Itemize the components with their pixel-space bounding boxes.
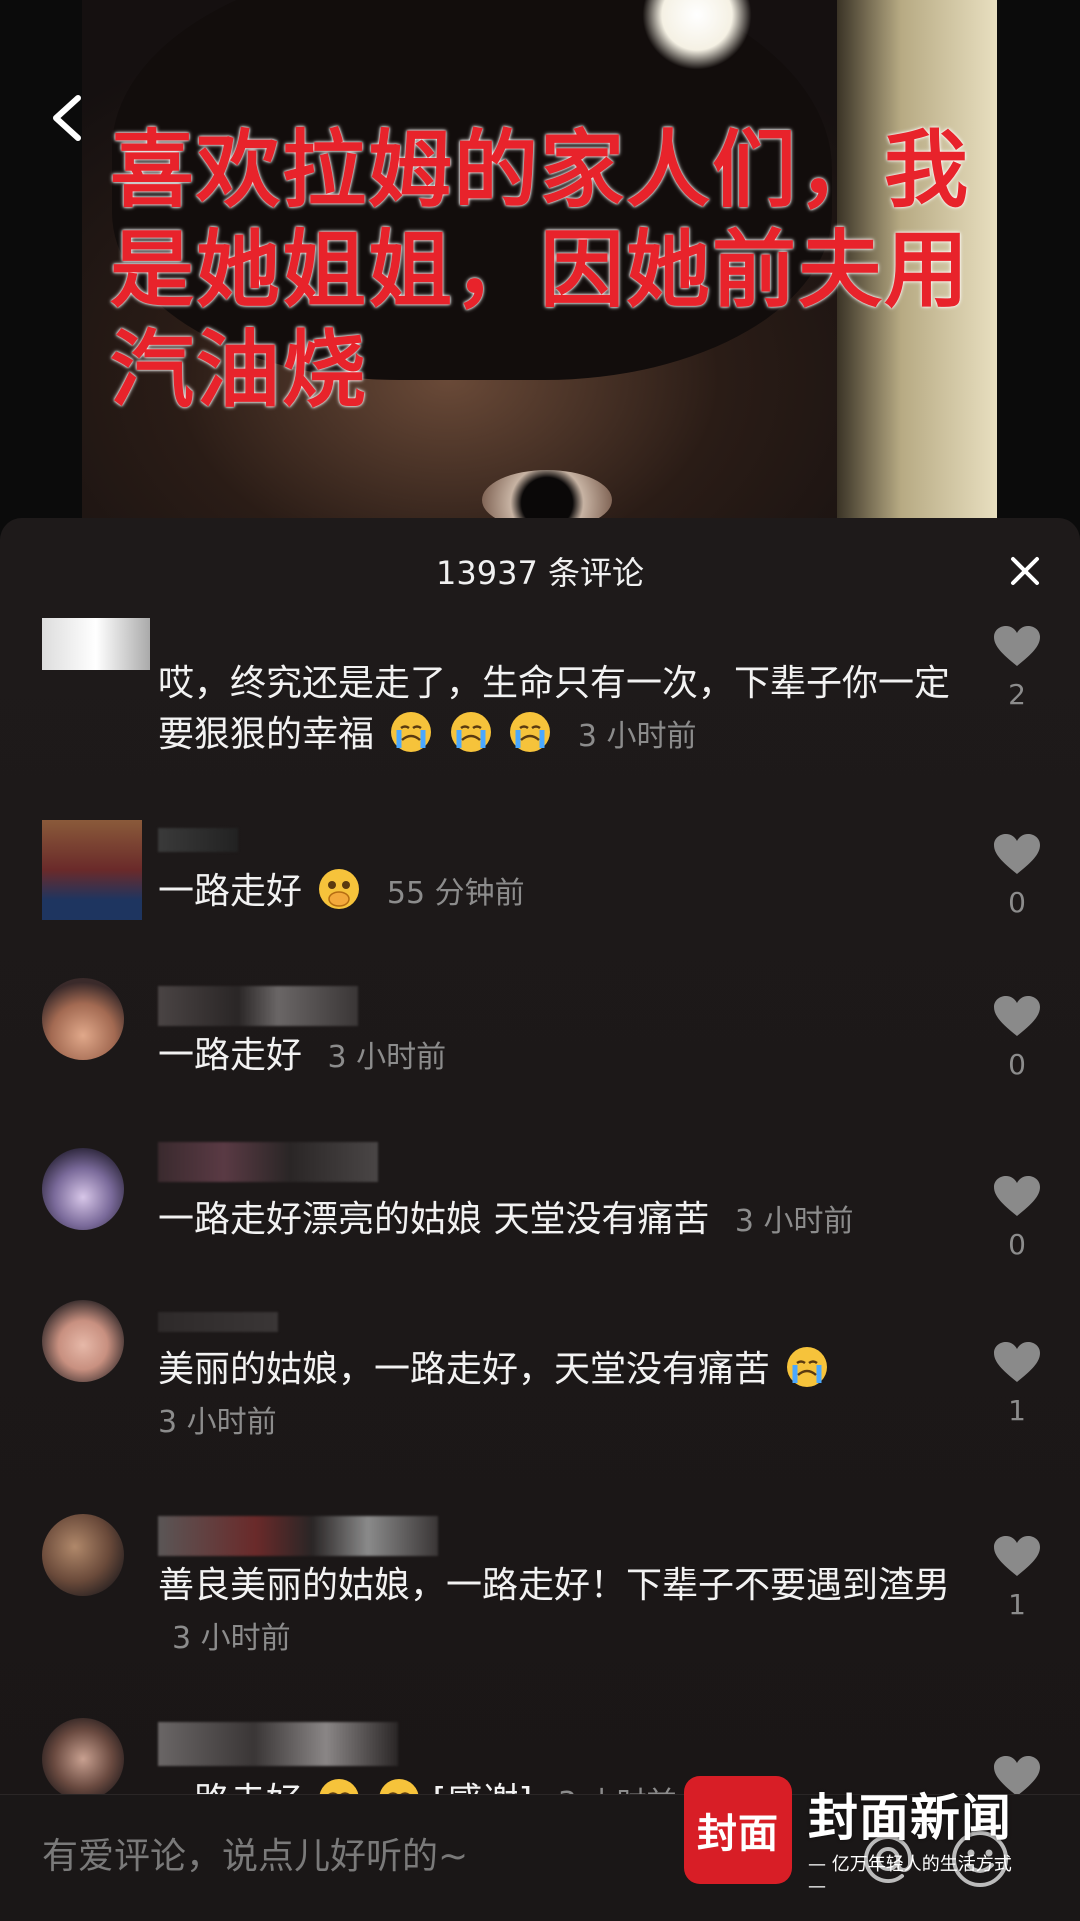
username — [158, 1516, 438, 1556]
heart-icon[interactable] — [992, 1340, 1042, 1384]
like-count: 0 — [1008, 1048, 1026, 1081]
avatar[interactable] — [42, 618, 150, 670]
comment-text: 一路走好 3 小时前 — [158, 1030, 958, 1083]
heart-icon[interactable] — [992, 1534, 1042, 1578]
avatar[interactable] — [42, 1718, 124, 1800]
comment-item: 哎，终究还是走了，生命只有一次，下辈子你一定要狠狠的幸福 3 小时前 2 — [0, 618, 1080, 768]
crying-face-icon — [787, 1347, 828, 1387]
comment-body: 一路走好 — [158, 871, 303, 912]
comment-item: 美丽的姑娘，一路走好，天堂没有痛苦 3 小时前 1 — [0, 1300, 1080, 1470]
hand-over-mouth-face-icon — [319, 869, 360, 909]
like-button[interactable]: 1 — [990, 1534, 1044, 1621]
comment-input[interactable] — [40, 1825, 684, 1887]
close-icon[interactable] — [1008, 554, 1042, 588]
crying-face-icon — [450, 712, 491, 752]
watermark-brand-name: 封面新闻 — [808, 1788, 1012, 1847]
comment-item: 善良美丽的姑娘，一路走好！下辈子不要遇到渣男 3 小时前 1 — [0, 1514, 1080, 1684]
watermark-slogan: — 亿万年轻人的生活方式 — — [808, 1854, 1012, 1897]
avatar[interactable] — [42, 820, 142, 920]
video-overlay-caption: 喜欢拉姆的家人们，我是她姐姐，因她前夫用汽油烧 — [110, 121, 971, 419]
sheet-header: 13937 条评论 — [0, 518, 1080, 623]
like-count: 1 — [1008, 1394, 1026, 1427]
comment-item: 一路走好 55 分钟前 0 — [0, 820, 1080, 940]
comment-text: 美丽的姑娘，一路走好，天堂没有痛苦 3 小时前 — [158, 1344, 958, 1448]
username — [158, 1722, 398, 1766]
username — [158, 828, 238, 852]
avatar[interactable] — [42, 1148, 124, 1230]
comment-item: 一路走好漂亮的姑娘 天堂没有痛苦 3 小时前 0 — [0, 1138, 1080, 1268]
like-button[interactable]: 0 — [990, 832, 1044, 919]
comment-body: 善良美丽的姑娘，一路走好！下辈子不要遇到渣男 — [158, 1565, 951, 1606]
comment-time: 3 小时前 — [734, 1204, 854, 1239]
comment-text: 哎，终究还是走了，生命只有一次，下辈子你一定要狠狠的幸福 3 小时前 — [158, 658, 958, 762]
heart-icon[interactable] — [992, 624, 1042, 668]
comment-body: 一路走好漂亮的姑娘 天堂没有痛苦 — [158, 1199, 710, 1240]
username — [158, 1312, 278, 1332]
comment-text: 一路走好漂亮的姑娘 天堂没有痛苦 3 小时前 — [158, 1194, 958, 1247]
comment-time: 3 小时前 — [577, 719, 697, 754]
heart-icon[interactable] — [992, 1174, 1042, 1218]
comment-time: 3 小时前 — [327, 1040, 447, 1075]
heart-icon[interactable] — [992, 994, 1042, 1038]
username — [158, 986, 358, 1026]
like-button[interactable]: 0 — [990, 1174, 1044, 1261]
like-count: 0 — [1008, 1228, 1026, 1261]
news-watermark: 封面 封面新闻 — 亿万年轻人的生活方式 — — [684, 1776, 1034, 1897]
comment-time: 3 小时前 — [158, 1405, 277, 1440]
comment-text: 一路走好 55 分钟前 — [158, 866, 958, 919]
like-count: 2 — [1008, 678, 1026, 711]
comment-time: 55 分钟前 — [386, 876, 525, 911]
crying-face-icon — [510, 712, 551, 752]
username — [158, 1142, 378, 1182]
heart-icon[interactable] — [992, 832, 1042, 876]
comment-body: 美丽的姑娘，一路走好，天堂没有痛苦 — [158, 1349, 771, 1390]
back-chevron-icon[interactable] — [48, 92, 88, 144]
comment-item: 一路走好 3 小时前 0 — [0, 978, 1080, 1098]
watermark-logo: 封面 — [684, 1776, 792, 1884]
comment-count-title: 13937 条评论 — [436, 553, 644, 592]
comment-text: 善良美丽的姑娘，一路走好！下辈子不要遇到渣男 3 小时前 — [158, 1560, 958, 1664]
like-count: 0 — [1008, 886, 1026, 919]
like-button[interactable]: 0 — [990, 994, 1044, 1081]
comment-body: 一路走好 — [158, 1035, 303, 1076]
like-button[interactable]: 1 — [990, 1340, 1044, 1427]
avatar[interactable] — [42, 1300, 124, 1382]
avatar[interactable] — [42, 1514, 124, 1596]
video-player[interactable]: 喜欢拉姆的家人们，我是她姐姐，因她前夫用汽油烧 — [0, 0, 1080, 540]
like-count: 1 — [1008, 1588, 1026, 1621]
like-button[interactable]: 2 — [990, 624, 1044, 711]
comment-time: 3 小时前 — [172, 1621, 291, 1656]
avatar[interactable] — [42, 978, 124, 1060]
comment-sheet: 13937 条评论 哎，终究还是走了，生命只有一次，下辈子你一定要狠狠的幸福 3… — [0, 518, 1080, 1920]
crying-face-icon — [391, 712, 432, 752]
comment-body: 哎，终究还是走了，生命只有一次，下辈子你一定要狠狠的幸福 — [158, 663, 951, 755]
